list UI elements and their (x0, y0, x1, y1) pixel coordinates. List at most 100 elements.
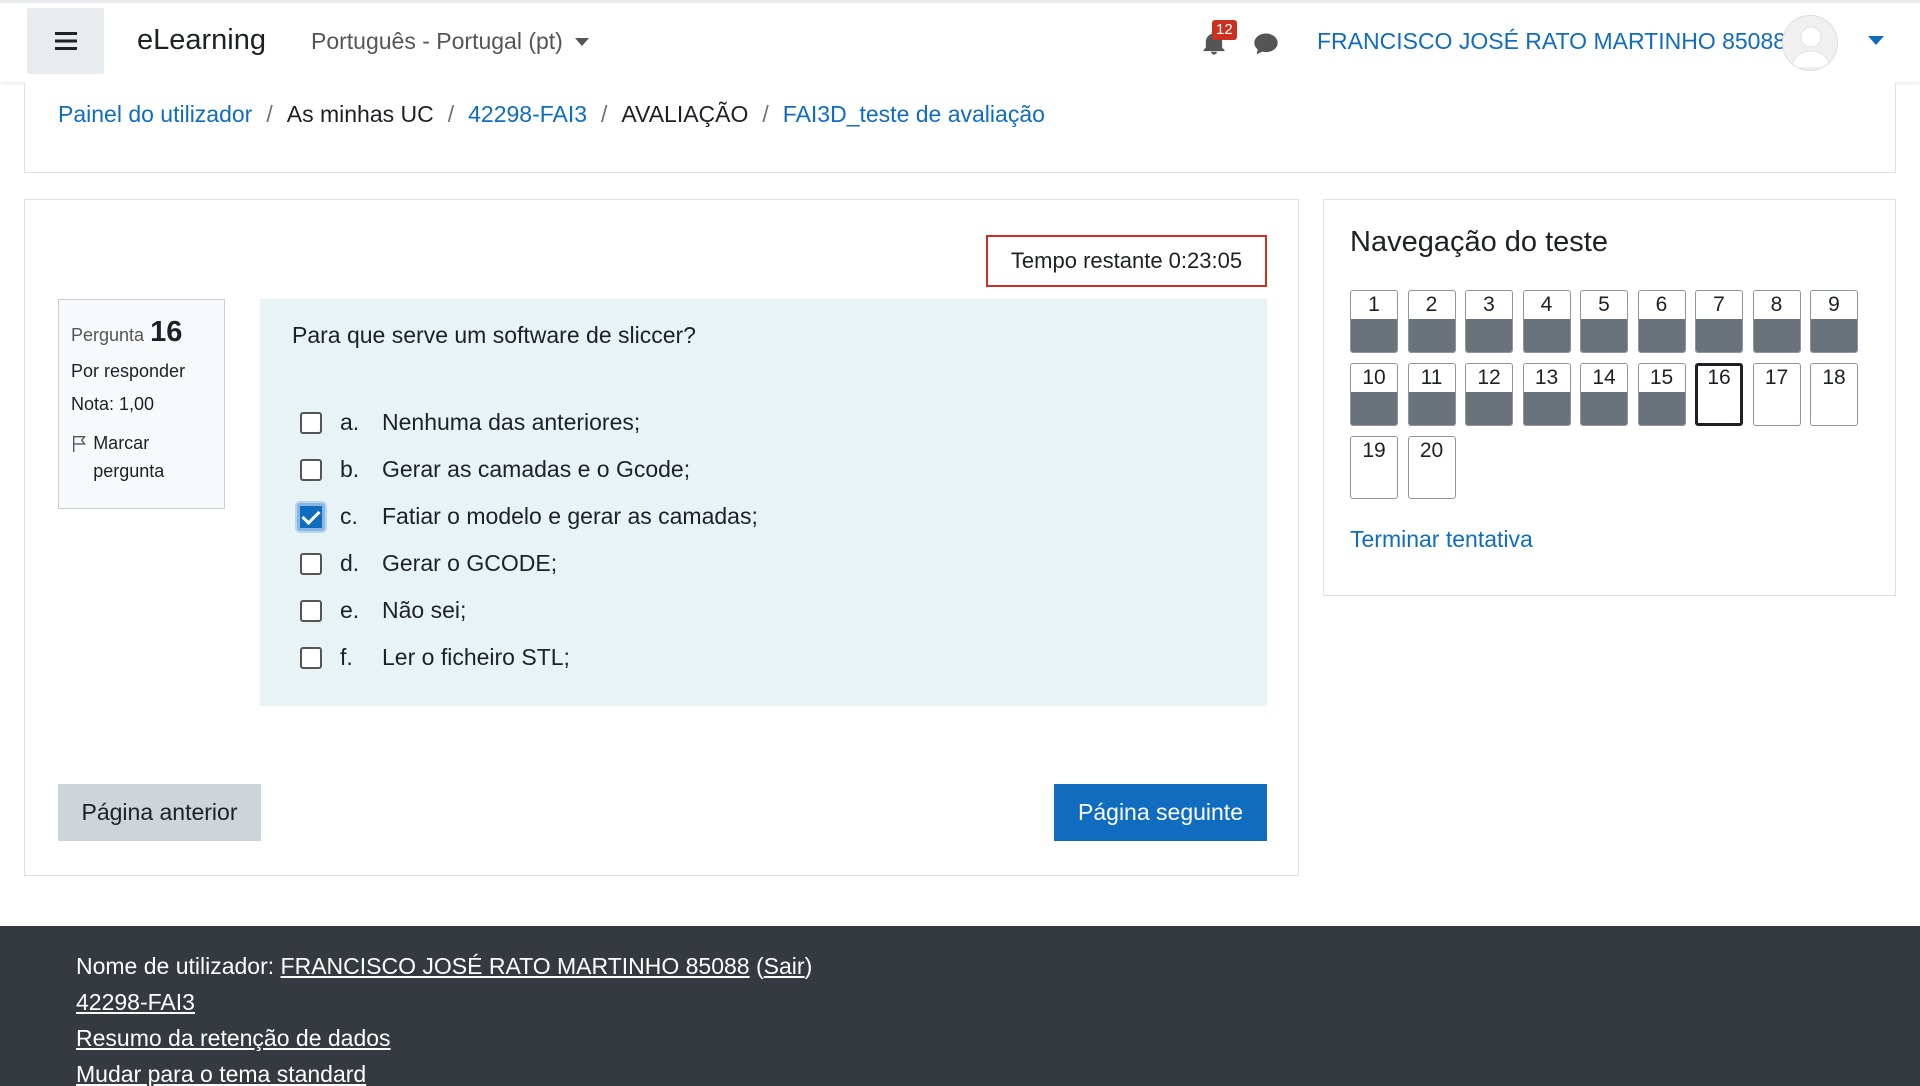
answer-option-b[interactable]: b. Gerar as camadas e o Gcode; (300, 446, 758, 493)
breadcrumb-separator: / (601, 101, 608, 127)
theme-switch-link[interactable]: Mudar para o tema standard (76, 1061, 366, 1086)
previous-page-button[interactable]: Página anterior (58, 784, 261, 841)
quiz-nav-question-number: 13 (1534, 366, 1559, 389)
quiz-nav-question-8[interactable]: 8 (1752, 290, 1801, 353)
breadcrumb: Painel do utilizador / As minhas UC / 42… (58, 101, 1045, 128)
answer-checkbox-checked[interactable] (297, 502, 325, 531)
footer-course-link[interactable]: 42298-FAI3 (76, 989, 195, 1015)
answer-list: a. Nenhuma das anteriores; b. Gerar as c… (297, 399, 758, 681)
breadcrumb-card: Painel do utilizador / As minhas UC / 42… (24, 82, 1896, 173)
quiz-nav-question-number: 20 (1419, 439, 1444, 462)
quiz-nav-question-12[interactable]: 12 (1465, 363, 1513, 426)
question-text: Para que serve um software de sliccer? (292, 322, 696, 348)
quiz-nav-question-number: 6 (1655, 293, 1668, 316)
question-number: Pergunta 16 (71, 316, 212, 349)
answer-checkbox[interactable] (300, 646, 322, 669)
quiz-nav-question-14[interactable]: 14 (1580, 363, 1628, 426)
answer-option-f[interactable]: f. Ler o ficheiro STL; (300, 634, 758, 681)
quiz-nav-question-10[interactable]: 10 (1350, 363, 1398, 426)
quiz-nav-question-number: 2 (1425, 293, 1438, 316)
breadcrumb-separator: / (266, 101, 273, 127)
quiz-nav-question-number: 4 (1540, 293, 1553, 316)
answer-checkbox[interactable] (300, 552, 322, 575)
quiz-nav-question-16[interactable]: 16 (1695, 363, 1743, 426)
chat-icon[interactable] (1252, 31, 1280, 57)
quiz-page: Tempo restante 0:23:05 Pergunta 16 Por r… (24, 199, 1299, 876)
breadcrumb-dashboard[interactable]: Painel do utilizador (58, 101, 252, 128)
footer-course-line: 42298-FAI3 (76, 989, 195, 1016)
answer-letter: e. (340, 597, 360, 623)
finish-attempt-link[interactable]: Terminar tentativa (1350, 526, 1533, 553)
page-footer: Nome de utilizador: FRANCISCO JOSÉ RATO … (0, 926, 1920, 1086)
answer-option-d[interactable]: d. Gerar o GCODE; (300, 540, 758, 587)
quiz-nav-question-number: 15 (1649, 366, 1674, 389)
quiz-nav-question-11[interactable]: 11 (1407, 363, 1456, 426)
quiz-nav-question-number: 5 (1598, 293, 1610, 316)
question-status: Por responder (71, 361, 186, 381)
quiz-nav-question-15[interactable]: 15 (1637, 363, 1686, 426)
time-remaining: Tempo restante 0:23:05 (986, 235, 1267, 287)
language-menu[interactable]: Português - Portugal (pt) (311, 28, 589, 55)
footer-retention-line: Resumo da retenção de dados (76, 1025, 391, 1052)
flag-label: Marcar pergunta (93, 433, 165, 481)
quiz-nav-question-number: 3 (1483, 293, 1495, 316)
quiz-nav-question-13[interactable]: 13 (1522, 363, 1571, 426)
answer-option-e[interactable]: e. Não sei; (300, 587, 758, 634)
answer-checkbox[interactable] (300, 458, 322, 481)
answer-checkbox[interactable] (300, 411, 322, 434)
menu-toggle-button[interactable] (27, 8, 104, 74)
question-number-value: 16 (150, 316, 183, 348)
quiz-nav-question-9[interactable]: 9 (1810, 290, 1858, 353)
answer-letter: c. (340, 503, 358, 529)
answer-option-a[interactable]: a. Nenhuma das anteriores; (300, 399, 758, 446)
question-navigation-grid: 1 2 3 4 5 6 7 8 9 10 11 12 13 14 15 16 17 18 19 20 (1350, 290, 1858, 499)
question-grade: Nota: 1,00 (71, 394, 155, 414)
quiz-nav-question-2[interactable]: 2 (1407, 290, 1456, 353)
user-menu-name[interactable]: FRANCISCO JOSÉ RATO MARTINHO 85088 (1317, 28, 1786, 55)
breadcrumb-quiz[interactable]: FAI3D_teste de avaliação (783, 101, 1045, 128)
default-user-icon (1790, 26, 1832, 69)
quiz-nav-question-number: 8 (1770, 293, 1783, 316)
answer-text: Não sei; (382, 597, 467, 623)
quiz-nav-question-19[interactable]: 19 (1350, 436, 1398, 499)
quiz-nav-question-20[interactable]: 20 (1407, 436, 1456, 499)
quiz-nav-question-number: 16 (1707, 366, 1731, 389)
answer-letter: f. (340, 644, 353, 670)
quiz-nav-question-18[interactable]: 18 (1810, 363, 1858, 426)
user-menu-chevron-icon[interactable] (1868, 36, 1884, 45)
quiz-nav-question-number: 12 (1477, 366, 1501, 389)
answer-option-c[interactable]: c. Fatiar o modelo e gerar as camadas; (297, 493, 758, 540)
quiz-nav-question-7[interactable]: 7 (1695, 290, 1743, 353)
quiz-nav-question-5[interactable]: 5 (1580, 290, 1628, 353)
footer-paren-close: ) (804, 953, 813, 979)
flag-question-button[interactable]: Marcar pergunta (71, 429, 212, 485)
quiz-nav-question-number: 9 (1828, 293, 1840, 316)
footer-user-link[interactable]: FRANCISCO JOSÉ RATO MARTINHO 85088 (281, 953, 750, 979)
quiz-nav-question-1[interactable]: 1 (1350, 290, 1398, 353)
logout-link[interactable]: Sair (764, 953, 805, 979)
quiz-nav-question-number: 11 (1420, 366, 1443, 389)
breadcrumb-separator: / (762, 101, 769, 127)
answer-checkbox[interactable] (300, 599, 322, 622)
quiz-nav-question-number: 18 (1822, 366, 1846, 389)
quiz-navigation-panel: Navegação do teste 1 2 3 4 5 6 7 8 9 10 11 12 13 14 15… (1323, 199, 1896, 596)
answer-letter: d. (340, 550, 360, 576)
answer-letter: a. (340, 409, 360, 435)
quiz-nav-question-number: 14 (1592, 366, 1616, 389)
quiz-nav-question-3[interactable]: 3 (1465, 290, 1513, 353)
quiz-nav-question-6[interactable]: 6 (1637, 290, 1686, 353)
quiz-nav-question-4[interactable]: 4 (1522, 290, 1571, 353)
answer-text: Fatiar o modelo e gerar as camadas; (382, 503, 758, 529)
breadcrumb-course[interactable]: 42298-FAI3 (468, 101, 587, 128)
quiz-nav-question-17[interactable]: 17 (1752, 363, 1801, 426)
avatar[interactable] (1782, 15, 1838, 71)
answer-text: Ler o ficheiro STL; (382, 644, 570, 670)
data-retention-link[interactable]: Resumo da retenção de dados (76, 1025, 391, 1051)
next-page-button[interactable]: Página seguinte (1054, 784, 1267, 841)
quiz-navigation-title: Navegação do teste (1350, 226, 1608, 258)
answer-text: Nenhuma das anteriores; (382, 409, 641, 435)
footer-theme-line: Mudar para o tema standard (76, 1061, 366, 1086)
top-navbar: eLearning Português - Portugal (pt) 12 F… (0, 0, 1920, 82)
site-brand[interactable]: eLearning (137, 24, 266, 57)
flag-icon (73, 435, 86, 452)
